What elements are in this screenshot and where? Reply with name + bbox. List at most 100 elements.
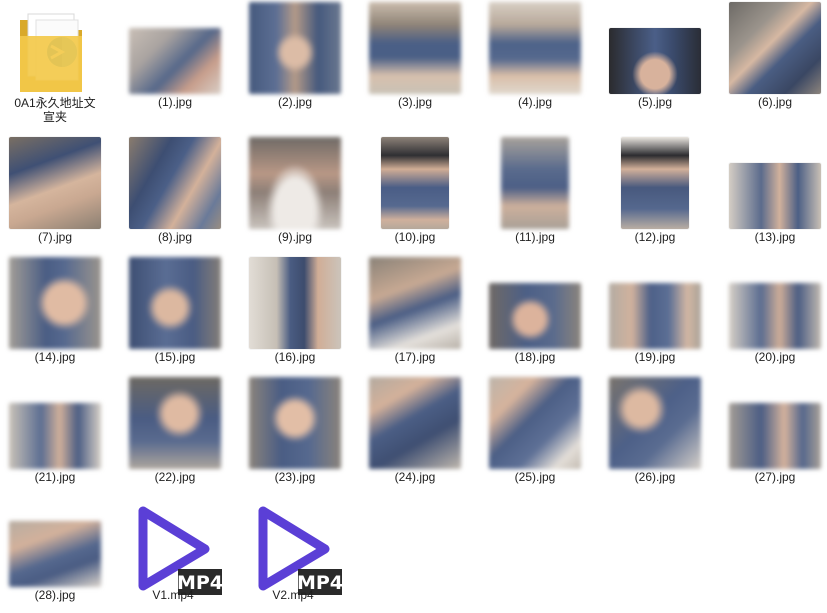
thumb-area [720,135,827,235]
file-name-label: (14).jpg [34,350,76,364]
image-item[interactable]: (9).jpg [240,135,350,255]
file-name-label: (5).jpg [637,95,672,109]
image-thumbnail [489,2,581,94]
thumb-area [240,0,350,100]
thumb-area [0,375,110,475]
image-thumbnail [9,403,101,469]
image-item[interactable]: (23).jpg [240,375,350,495]
image-thumbnail [729,2,821,94]
file-name-label: V2.mp4 [272,588,314,602]
image-thumbnail [489,377,581,469]
file-name-label: (21).jpg [34,470,76,484]
thumb-area [240,375,350,475]
file-name-label: (25).jpg [514,470,556,484]
thumb-area [0,493,110,593]
folder-item[interactable]: 0A1永久地址文 宣夹 [0,0,110,124]
file-name-label: (17).jpg [394,350,436,364]
file-name-label: (28).jpg [34,588,76,602]
image-item[interactable]: (3).jpg [360,0,470,120]
mp4-icon: MP4 [258,506,343,595]
image-thumbnail [729,283,821,349]
image-item[interactable]: (21).jpg [0,375,110,495]
thumb-area [600,135,710,235]
file-name-label: (3).jpg [397,95,432,109]
file-name-label: V1.mp4 [152,588,194,602]
image-item[interactable]: (26).jpg [600,375,710,495]
image-thumbnail [129,377,221,469]
thumb-area [600,0,710,100]
image-item[interactable]: (19).jpg [600,255,710,375]
image-item[interactable]: (6).jpg [720,0,827,120]
thumb-area [120,135,230,235]
file-name-label: (19).jpg [634,350,676,364]
image-item[interactable]: (17).jpg [360,255,470,375]
image-item[interactable]: (7).jpg [0,135,110,255]
image-thumbnail [369,257,461,349]
image-item[interactable]: (4).jpg [480,0,590,120]
thumb-area: MP4 [118,493,228,595]
image-item[interactable]: (20).jpg [720,255,827,375]
image-item[interactable]: (16).jpg [240,255,350,375]
image-thumbnail [381,137,449,229]
file-name-label: (12).jpg [634,230,676,244]
image-item[interactable]: (25).jpg [480,375,590,495]
thumb-area [480,135,590,235]
file-name-label: (13).jpg [754,230,796,244]
thumb-area [720,0,827,100]
thumb-area [240,135,350,235]
image-thumbnail [369,2,461,94]
image-item[interactable]: (13).jpg [720,135,827,255]
thumb-area [240,255,350,355]
image-item[interactable]: (5).jpg [600,0,710,120]
image-thumbnail [129,137,221,229]
thumb-area [600,375,710,475]
thumb-area [480,0,590,100]
image-thumbnail [609,377,701,469]
file-name-label: (15).jpg [154,350,196,364]
file-name-label: (8).jpg [157,230,192,244]
image-item[interactable]: (22).jpg [120,375,230,495]
image-item[interactable]: (2).jpg [240,0,350,120]
image-item[interactable]: (28).jpg [0,493,110,613]
image-item[interactable]: (27).jpg [720,375,827,495]
image-item[interactable]: (10).jpg [360,135,470,255]
image-item[interactable]: (14).jpg [0,255,110,375]
folder-label-line1: 0A1永久地址文 [14,96,96,110]
image-thumbnail [369,377,461,469]
video-item[interactable]: MP4 V1.mp4 [118,493,228,613]
file-name-label: (23).jpg [274,470,316,484]
image-thumbnail [729,163,821,229]
image-thumbnail [9,521,101,587]
mp4-icon: MP4 [138,506,223,595]
image-thumbnail [129,257,221,349]
file-name-label: (26).jpg [634,470,676,484]
file-name-label: (18).jpg [514,350,556,364]
file-name-label: (2).jpg [277,95,312,109]
image-item[interactable]: (24).jpg [360,375,470,495]
video-item[interactable]: MP4 V2.mp4 [238,493,348,613]
folder-icon [20,13,82,92]
image-item[interactable]: (12).jpg [600,135,710,255]
file-name-label: (20).jpg [754,350,796,364]
image-thumbnail [249,2,341,94]
folder-label-line2: 宣夹 [42,110,67,124]
file-explorer-view: 0A1永久地址文 宣夹 (1).jpg (2).jpg (3).jpg (4).… [0,0,827,613]
thumb-area [360,0,470,100]
image-item[interactable]: (1).jpg [120,0,230,120]
image-thumbnail [501,137,569,229]
thumb-area [0,255,110,355]
image-item[interactable]: (18).jpg [480,255,590,375]
image-thumbnail [609,28,701,94]
image-thumbnail [249,257,341,349]
image-item[interactable]: (15).jpg [120,255,230,375]
image-thumbnail [489,283,581,349]
file-name-label: (24).jpg [394,470,436,484]
image-item[interactable]: (8).jpg [120,135,230,255]
thumb-area [720,255,827,355]
thumb-area: MP4 [238,493,348,595]
thumb-area [480,375,590,475]
file-name-label: (11).jpg [515,230,555,244]
thumb-area [600,255,710,355]
image-item[interactable]: (11).jpg [480,135,590,255]
thumb-area [360,135,470,235]
